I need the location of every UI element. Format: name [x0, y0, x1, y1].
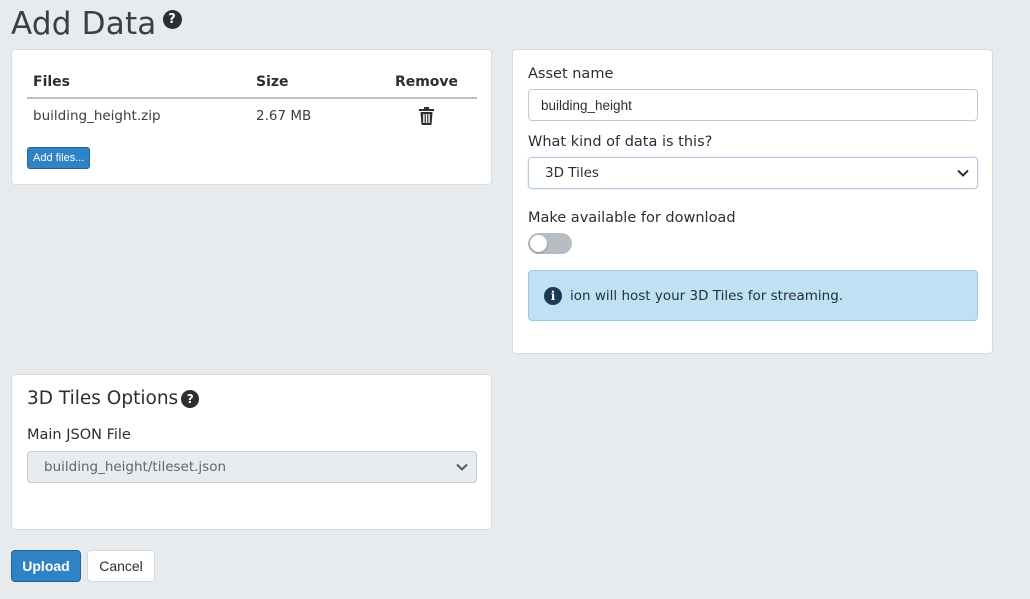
toggle-knob [530, 235, 547, 252]
file-size: 2.67 MB [256, 108, 312, 124]
download-toggle[interactable] [528, 233, 572, 254]
page-title: Add Data [11, 6, 157, 42]
data-kind-select[interactable]: 3D Tiles [528, 157, 978, 189]
cancel-button[interactable]: Cancel [87, 550, 155, 582]
add-data-page: Add Data ? Files Size Remove building_he… [0, 0, 1030, 599]
files-table-header: Files Size Remove [27, 66, 477, 99]
asset-settings-card: Asset name What kind of data is this? 3D… [512, 49, 993, 354]
header-size: Size [256, 73, 289, 90]
help-icon[interactable]: ? [181, 389, 200, 408]
remove-file-button[interactable] [419, 107, 434, 125]
chevron-down-icon [957, 169, 969, 177]
tiles-options-header: 3D Tiles Options ? [27, 388, 200, 409]
table-row: building_height.zip 2.67 MB [27, 99, 477, 133]
trash-icon [419, 107, 434, 125]
header-files: Files [33, 73, 70, 90]
header-remove: Remove [394, 73, 459, 90]
asset-name-input[interactable] [528, 89, 978, 121]
upload-button[interactable]: Upload [11, 550, 81, 582]
page-header: Add Data ? [11, 6, 182, 42]
file-name: building_height.zip [33, 108, 161, 124]
help-icon[interactable]: ? [162, 10, 182, 29]
asset-name-label: Asset name [528, 66, 614, 82]
download-label: Make available for download [528, 210, 736, 226]
info-text: ion will host your 3D Tiles for streamin… [570, 287, 844, 304]
remove-cell [376, 107, 477, 125]
add-files-button[interactable]: Add files... [27, 147, 91, 169]
info-icon: i [544, 286, 562, 305]
main-json-label: Main JSON File [27, 427, 131, 443]
main-json-select[interactable]: building_height/tileset.json [27, 451, 477, 483]
tiles-options-card: 3D Tiles Options ? Main JSON File buildi… [11, 374, 492, 530]
tiles-options-title: 3D Tiles Options [27, 388, 179, 409]
files-card: Files Size Remove building_height.zip 2.… [11, 49, 492, 185]
data-kind-label: What kind of data is this? [528, 134, 713, 150]
data-kind-value: 3D Tiles [545, 165, 599, 181]
main-json-value: building_height/tileset.json [44, 459, 227, 475]
chevron-down-icon [456, 463, 468, 471]
info-alert: i ion will host your 3D Tiles for stream… [528, 270, 978, 321]
files-table: Files Size Remove building_height.zip 2.… [27, 66, 477, 133]
